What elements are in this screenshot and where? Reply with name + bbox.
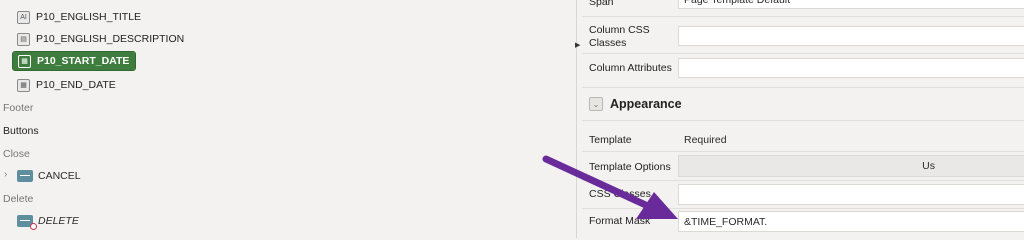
divider — [582, 180, 1024, 181]
tree-item-label: P10_START_DATE — [37, 55, 130, 67]
property-editor-panel: Span Page Template Default Column CSS Cl… — [582, 0, 1024, 238]
page-tree-panel: AI P10_ENGLISH_TITLE ▤ P10_ENGLISH_DESCR… — [0, 0, 570, 238]
template-options-value: Us — [922, 160, 935, 172]
tree-item-label: DELETE — [38, 215, 79, 227]
tree-item-cancel-button[interactable]: CANCEL — [17, 166, 81, 186]
css-classes-input[interactable] — [678, 184, 1024, 205]
button-icon — [17, 170, 33, 182]
tree-item-label: P10_ENGLISH_TITLE — [36, 11, 142, 23]
collapse-toggle-icon[interactable]: ⌄ — [589, 97, 603, 111]
delete-group[interactable]: Delete — [3, 193, 33, 205]
section-title: Appearance — [610, 97, 682, 111]
prop-label-span: Span — [589, 0, 614, 8]
prop-label-column-attributes: Column Attributes — [589, 62, 672, 74]
divider — [582, 151, 1024, 152]
tree-item-p10-start-date[interactable]: ▦ P10_START_DATE — [11, 51, 137, 71]
prop-label-template-options: Template Options — [589, 161, 671, 173]
prop-label-column-css: Column CSS Classes — [589, 24, 650, 49]
close-group[interactable]: Close — [3, 148, 30, 160]
tree-item-label: P10_ENGLISH_DESCRIPTION — [36, 33, 185, 45]
splitter-collapse-icon[interactable]: ▶ — [575, 41, 580, 49]
divider — [582, 16, 1024, 17]
format-mask-input[interactable]: &TIME_FORMAT. — [678, 211, 1024, 232]
tree-item-label: P10_END_DATE — [36, 79, 116, 91]
tree-item-p10-english-title[interactable]: AI P10_ENGLISH_TITLE — [17, 7, 141, 27]
footer-region[interactable]: Footer — [3, 102, 33, 114]
divider — [582, 87, 1024, 88]
tree-item-delete-button[interactable]: DELETE — [17, 211, 79, 231]
divider — [582, 120, 1024, 121]
divider — [582, 53, 1024, 54]
column-attributes-input[interactable] — [678, 58, 1024, 78]
panel-splitter[interactable] — [576, 0, 577, 238]
buttons-region[interactable]: Buttons — [3, 125, 39, 137]
conditional-indicator-icon — [30, 223, 37, 230]
text-field-icon: AI — [17, 10, 30, 24]
calendar-icon: ▦ — [18, 54, 31, 68]
tree-item-p10-end-date[interactable]: ▦ P10_END_DATE — [17, 75, 116, 95]
span-select[interactable]: Page Template Default — [678, 0, 1024, 9]
appearance-section-header[interactable]: ⌄ Appearance — [589, 97, 682, 111]
divider — [582, 208, 1024, 209]
tree-item-label: CANCEL — [38, 170, 81, 182]
tree-item-p10-english-description[interactable]: ▤ P10_ENGLISH_DESCRIPTION — [17, 29, 184, 49]
chevron-right-icon[interactable]: › — [4, 169, 7, 180]
prop-label-format-mask: Format Mask — [589, 215, 651, 227]
textarea-icon: ▤ — [17, 32, 30, 46]
prop-label-template: Template — [589, 134, 632, 146]
prop-label-css-classes: CSS Classes — [589, 188, 651, 200]
calendar-icon: ▦ — [17, 78, 30, 92]
template-options-button[interactable]: Us — [678, 155, 1024, 177]
column-css-input[interactable] — [678, 26, 1024, 46]
template-select[interactable]: Required — [678, 130, 1024, 150]
